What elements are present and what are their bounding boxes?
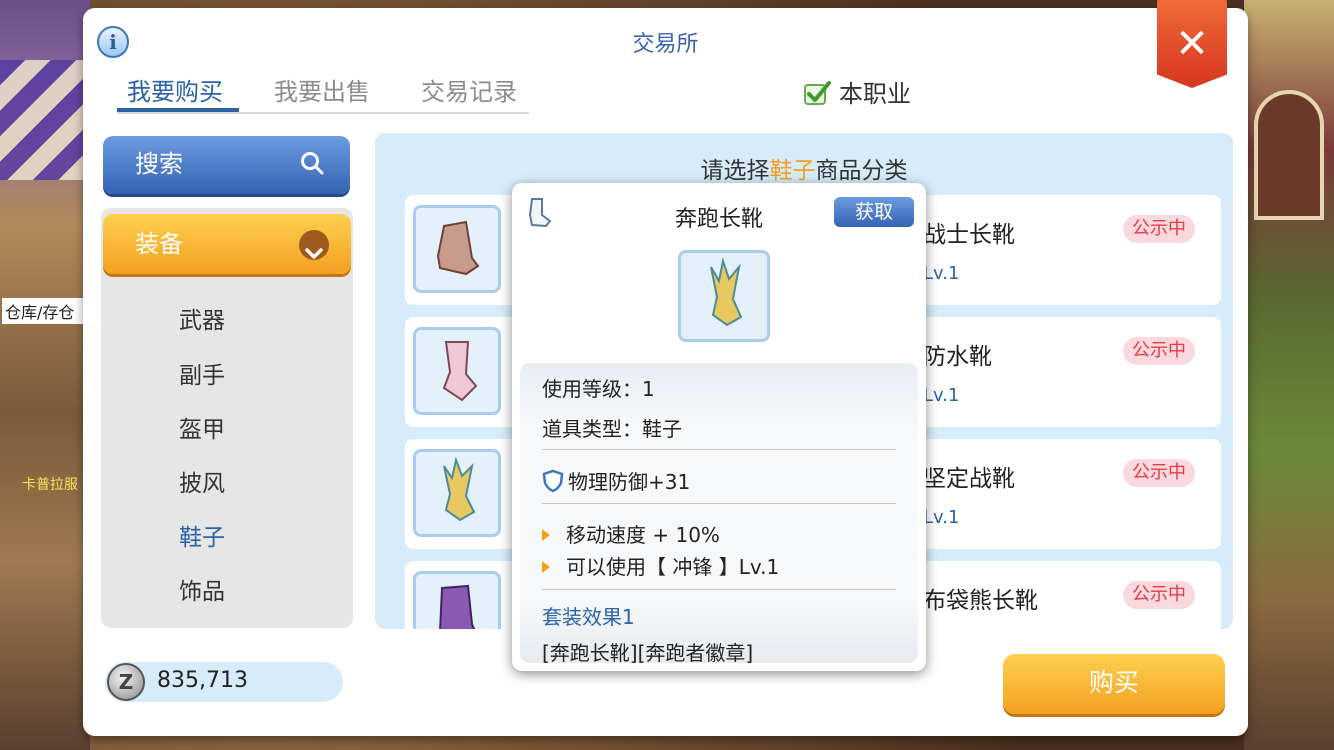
- use-level: 使用等级：1: [542, 377, 655, 401]
- effect-line: 可以使用【 冲锋 】Lv.1: [542, 551, 779, 580]
- divider: [542, 589, 896, 590]
- category-shoes[interactable]: 鞋子: [101, 518, 353, 552]
- category-offhand[interactable]: 副手: [101, 356, 353, 390]
- status-badge: 公示中: [1123, 459, 1195, 487]
- job-filter-label: 本职业: [839, 80, 911, 108]
- npc-label: 卡普拉服: [22, 477, 78, 493]
- status-badge: 公示中: [1123, 215, 1195, 243]
- zeny-balance: Z 835,713: [105, 662, 343, 702]
- defense-stat: 物理防御+31: [542, 466, 690, 495]
- boots-icon: [413, 571, 501, 629]
- search-button[interactable]: 搜索: [103, 136, 350, 194]
- list-prompt: 请选择鞋子商品分类: [700, 158, 908, 184]
- tab-history[interactable]: 交易记录: [421, 72, 517, 107]
- equipment-category-button[interactable]: 装备: [103, 214, 351, 274]
- tooltip-details: 使用等级：1 道具类型：鞋子 物理防御+31 移动速度 + 10% 可以使用【 …: [520, 363, 918, 665]
- zeny-amount: 835,713: [157, 668, 248, 693]
- bullet-icon: [542, 529, 550, 541]
- divider: [542, 449, 896, 450]
- get-button[interactable]: 获取: [834, 197, 914, 227]
- winged-boots-icon: [413, 449, 501, 537]
- item-level: Lv.1: [923, 385, 960, 406]
- checkbox-checked-icon: [804, 81, 831, 105]
- tab-buy[interactable]: 我要购买: [127, 72, 223, 107]
- bullet-icon: [542, 561, 550, 573]
- set-effect-title: 套装效果1: [542, 605, 635, 629]
- search-icon: [301, 152, 324, 175]
- background-right-scene: [1244, 0, 1334, 750]
- close-icon: ✕: [1175, 21, 1209, 67]
- item-level: Lv.1: [923, 263, 960, 284]
- set-items: [奔跑长靴][奔跑者徽章]: [542, 641, 754, 665]
- category-armor[interactable]: 盔甲: [101, 410, 353, 444]
- item-name: 防水靴: [923, 344, 992, 370]
- tab-bar: 我要购买 我要出售 交易记录: [117, 68, 529, 114]
- item-level: Lv.1: [923, 507, 960, 528]
- category-accessory[interactable]: 饰品: [101, 572, 353, 606]
- item-name: 布袋熊长靴: [923, 588, 1038, 614]
- equipment-label: 装备: [135, 230, 183, 258]
- background-left-scene: 仓库/存仓 卡普拉服: [0, 0, 90, 750]
- zeny-coin-icon: Z: [107, 663, 145, 701]
- winged-boots-icon: [678, 250, 770, 342]
- chevron-down-icon: [299, 230, 329, 260]
- boots-icon: [413, 327, 501, 415]
- close-button[interactable]: ✕: [1157, 0, 1227, 88]
- tab-sell[interactable]: 我要出售: [274, 72, 370, 107]
- category-weapon[interactable]: 武器: [101, 301, 353, 335]
- status-badge: 公示中: [1123, 581, 1195, 609]
- category-panel: 装备 武器 副手 盔甲 披风 鞋子 饰品: [101, 208, 353, 628]
- divider: [542, 503, 896, 504]
- item-tooltip: 奔跑长靴 获取 使用等级：1 道具类型：鞋子 物理防御+31 移动速度 + 10…: [512, 183, 926, 671]
- item-name: 坚定战靴: [923, 466, 1015, 492]
- search-label: 搜索: [135, 150, 183, 178]
- category-cloak[interactable]: 披风: [101, 464, 353, 498]
- boots-icon: [413, 205, 501, 293]
- effect-line: 移动速度 + 10%: [542, 519, 720, 548]
- active-tab-indicator: [117, 108, 239, 112]
- job-filter-toggle[interactable]: 本职业: [803, 74, 911, 109]
- status-badge: 公示中: [1123, 337, 1195, 365]
- buy-button[interactable]: 购买: [1003, 654, 1225, 714]
- warehouse-label: 仓库/存仓: [2, 298, 88, 324]
- window-title: 交易所: [632, 32, 699, 57]
- item-type: 道具类型：鞋子: [542, 417, 682, 441]
- shield-icon: [542, 469, 564, 493]
- item-name: 战士长靴: [923, 222, 1015, 248]
